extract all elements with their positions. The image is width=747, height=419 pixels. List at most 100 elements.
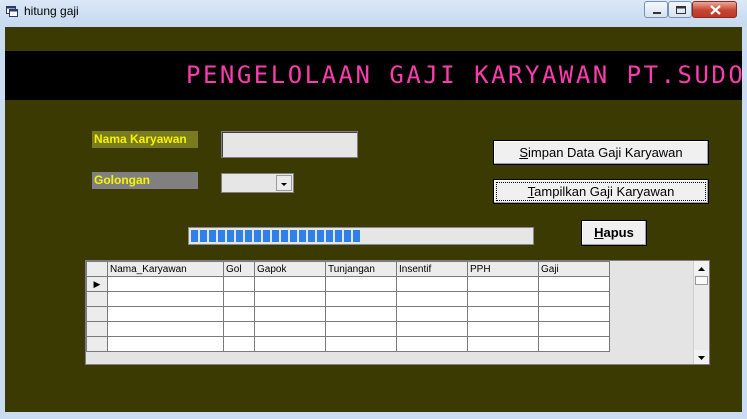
row-selector[interactable]: ▶	[86, 276, 108, 292]
progress-segment	[335, 230, 342, 242]
table-cell[interactable]	[538, 306, 610, 322]
table-cell[interactable]	[223, 321, 255, 337]
maximize-button[interactable]	[668, 1, 692, 18]
scroll-thumb[interactable]	[695, 276, 708, 285]
grid-header-row: Nama_Karyawan Gol Gapok Tunjangan Insent…	[86, 261, 610, 277]
table-cell[interactable]	[325, 306, 397, 322]
table-cell[interactable]	[396, 336, 468, 352]
table-cell[interactable]	[107, 306, 224, 322]
table-cell[interactable]	[107, 291, 224, 307]
table-row[interactable]	[86, 336, 610, 352]
table-cell[interactable]	[396, 291, 468, 307]
minimize-button[interactable]	[644, 1, 668, 18]
progress-segment	[236, 230, 243, 242]
table-cell[interactable]	[467, 291, 539, 307]
app-icon	[6, 6, 18, 17]
column-header[interactable]: PPH	[467, 261, 539, 277]
grid-table: Nama_Karyawan Gol Gapok Tunjangan Insent…	[86, 261, 610, 352]
column-header[interactable]: Gapok	[254, 261, 326, 277]
row-selector[interactable]	[86, 291, 108, 307]
maximize-icon	[676, 6, 686, 14]
simpan-accesskey: S	[519, 145, 529, 160]
hapus-accesskey: H	[594, 225, 604, 240]
column-header[interactable]: Gol	[223, 261, 255, 277]
row-selector[interactable]	[86, 336, 108, 352]
tampil-label: ampilkan Gaji Karyawan	[534, 184, 675, 199]
golongan-select[interactable]	[221, 173, 294, 193]
table-cell[interactable]	[254, 291, 326, 307]
progress-segment	[200, 230, 207, 242]
table-row[interactable]: ▶	[86, 276, 610, 292]
table-cell[interactable]	[107, 336, 224, 352]
arrow-up-icon	[698, 267, 705, 271]
progress-segment	[272, 230, 279, 242]
column-header[interactable]: Nama_Karyawan	[107, 261, 224, 277]
golongan-dropdown-button[interactable]	[276, 175, 292, 191]
progress-segment	[281, 230, 288, 242]
table-cell[interactable]	[467, 276, 539, 292]
progress-fill	[191, 230, 360, 242]
chevron-down-icon	[281, 183, 287, 186]
column-header[interactable]: Tunjangan	[325, 261, 397, 277]
progress-segment	[326, 230, 333, 242]
table-cell[interactable]	[254, 276, 326, 292]
table-cell[interactable]	[107, 321, 224, 337]
table-row[interactable]	[86, 291, 610, 307]
table-cell[interactable]	[325, 276, 397, 292]
header-banner: PENGELOLAAN GAJI KARYAWAN PT.SUDO	[5, 51, 742, 100]
table-cell[interactable]	[325, 321, 397, 337]
grid-vertical-scrollbar[interactable]	[693, 261, 709, 364]
scroll-up-button[interactable]	[694, 261, 709, 275]
table-cell[interactable]	[223, 276, 255, 292]
table-cell[interactable]	[467, 306, 539, 322]
hapus-button[interactable]: Hapus	[581, 220, 647, 246]
table-cell[interactable]	[254, 336, 326, 352]
simpan-label: impan Data Gaji Karyawan	[528, 145, 683, 160]
banner-title: PENGELOLAAN GAJI KARYAWAN PT.SUDO	[186, 61, 742, 89]
progress-segment	[353, 230, 360, 242]
table-cell[interactable]	[325, 291, 397, 307]
table-cell[interactable]	[538, 336, 610, 352]
scroll-down-button[interactable]	[694, 350, 709, 364]
progress-segment	[245, 230, 252, 242]
column-header[interactable]: Insentif	[396, 261, 468, 277]
table-cell[interactable]	[254, 306, 326, 322]
tampilkan-gaji-button[interactable]: Tampilkan Gaji Karyawan	[493, 179, 709, 204]
table-cell[interactable]	[223, 336, 255, 352]
table-cell[interactable]	[254, 321, 326, 337]
table-cell[interactable]	[538, 291, 610, 307]
close-button[interactable]	[692, 1, 737, 18]
progress-bar	[188, 227, 534, 245]
table-cell[interactable]	[467, 321, 539, 337]
hapus-label: apus	[603, 225, 634, 240]
progress-segment	[191, 230, 198, 242]
simpan-data-gaji-button[interactable]: Simpan Data Gaji Karyawan	[493, 140, 709, 165]
progress-segment	[263, 230, 270, 242]
table-row[interactable]	[86, 306, 610, 322]
row-selector[interactable]	[86, 306, 108, 322]
golongan-label: Golongan	[92, 172, 198, 189]
table-cell[interactable]	[538, 321, 610, 337]
progress-segment	[227, 230, 234, 242]
progress-segment	[209, 230, 216, 242]
table-cell[interactable]	[325, 336, 397, 352]
table-cell[interactable]	[467, 336, 539, 352]
column-header[interactable]: Gaji	[538, 261, 610, 277]
table-cell[interactable]	[396, 276, 468, 292]
table-cell[interactable]	[396, 306, 468, 322]
table-row[interactable]	[86, 321, 610, 337]
grid-corner	[86, 261, 108, 277]
table-cell[interactable]	[223, 291, 255, 307]
progress-segment	[218, 230, 225, 242]
minimize-icon	[653, 12, 661, 14]
nama-karyawan-input[interactable]	[221, 131, 358, 158]
table-cell[interactable]	[396, 321, 468, 337]
title-bar[interactable]: hitung gaji	[0, 0, 747, 26]
data-grid[interactable]: Nama_Karyawan Gol Gapok Tunjangan Insent…	[85, 260, 710, 365]
arrow-down-icon	[698, 356, 705, 360]
table-cell[interactable]	[223, 306, 255, 322]
table-cell[interactable]	[107, 276, 224, 292]
form-client-area: PENGELOLAAN GAJI KARYAWAN PT.SUDO Nama K…	[5, 27, 742, 412]
table-cell[interactable]	[538, 276, 610, 292]
row-selector[interactable]	[86, 321, 108, 337]
